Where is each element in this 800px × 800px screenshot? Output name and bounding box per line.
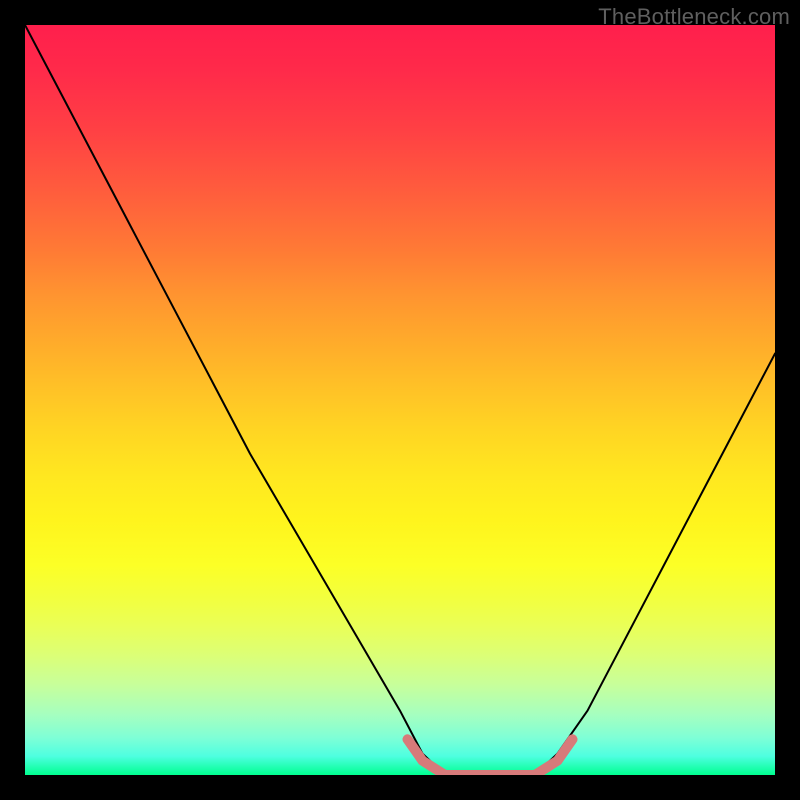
plot-area — [25, 25, 775, 775]
chart-stage: TheBottleneck.com — [0, 0, 800, 800]
curve-layer — [25, 25, 775, 775]
highlight-band — [408, 739, 573, 775]
bottleneck-curve — [25, 25, 775, 775]
watermark-text: TheBottleneck.com — [598, 4, 790, 30]
